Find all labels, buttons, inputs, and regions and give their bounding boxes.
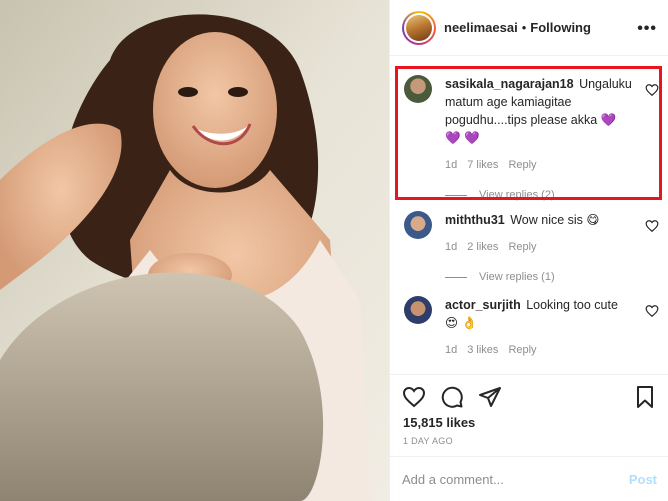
author-username[interactable]: neelimaesai bbox=[444, 20, 518, 35]
replies-divider bbox=[445, 194, 467, 196]
more-options-icon[interactable]: ••• bbox=[637, 20, 657, 38]
comments-list[interactable]: sasikala_nagarajan18 Ungaluku matum age … bbox=[390, 57, 668, 373]
comment-text: actor_surjith Looking too cute 😍 👌 bbox=[445, 296, 633, 332]
comment-time: 1d bbox=[445, 344, 458, 356]
comment-likes[interactable]: 7 likes bbox=[467, 159, 498, 171]
comment-item: miththu31 Wow nice sis 😋 1d 2 likes Repl… bbox=[390, 211, 668, 283]
post-comment-button[interactable]: Post bbox=[629, 472, 657, 487]
post-panel: neelimaesai • Following ••• sasikala_nag… bbox=[389, 0, 668, 501]
comment-time: 1d bbox=[445, 241, 458, 253]
action-icons-group bbox=[402, 385, 502, 409]
comment-username[interactable]: sasikala_nagarajan18 bbox=[445, 77, 574, 91]
comment-time: 1d bbox=[445, 159, 458, 171]
comment-item: actor_surjith Looking too cute 😍 👌 1d 3 … bbox=[390, 296, 668, 356]
comment-emoji: 😍 👌 bbox=[445, 316, 478, 330]
comment-username[interactable]: actor_surjith bbox=[445, 298, 521, 312]
comment-text: miththu31 Wow nice sis 😋 bbox=[445, 211, 633, 229]
post-photo bbox=[0, 0, 389, 501]
like-comment-heart-icon[interactable] bbox=[645, 83, 659, 97]
reply-button[interactable]: Reply bbox=[508, 344, 536, 356]
comment-likes[interactable]: 2 likes bbox=[467, 241, 498, 253]
like-heart-icon[interactable] bbox=[402, 385, 426, 409]
reply-button[interactable]: Reply bbox=[508, 241, 536, 253]
like-comment-heart-icon[interactable] bbox=[645, 304, 659, 318]
like-comment-heart-icon[interactable] bbox=[645, 219, 659, 233]
following-button[interactable]: Following bbox=[530, 20, 591, 35]
view-replies-button[interactable]: View replies (2) bbox=[445, 189, 633, 201]
post-actions: 15,815 likes 1 DAY AGO bbox=[390, 374, 668, 456]
view-replies-label: View replies (1) bbox=[479, 271, 555, 283]
comment-username[interactable]: miththu31 bbox=[445, 213, 505, 227]
reply-button[interactable]: Reply bbox=[508, 159, 536, 171]
comment-likes[interactable]: 3 likes bbox=[467, 344, 498, 356]
post-timestamp: 1 DAY AGO bbox=[403, 436, 453, 446]
comment-input[interactable] bbox=[402, 471, 629, 487]
add-comment-bar: Post bbox=[390, 456, 668, 501]
view-replies-button[interactable]: View replies (1) bbox=[445, 271, 633, 283]
post-header: neelimaesai • Following ••• bbox=[390, 0, 668, 56]
likes-count[interactable]: 15,815 likes bbox=[403, 415, 475, 430]
comment-emoji: 😋 bbox=[586, 213, 600, 227]
author-avatar[interactable] bbox=[402, 10, 436, 45]
commenter-avatar[interactable] bbox=[404, 211, 432, 239]
comment-meta: 1d 2 likes Reply bbox=[445, 241, 633, 253]
comment-meta: 1d 3 likes Reply bbox=[445, 344, 633, 356]
post-image bbox=[0, 0, 389, 501]
comment-body: Wow nice sis bbox=[510, 213, 583, 227]
view-replies-label: View replies (2) bbox=[479, 189, 555, 201]
separator-dot: • bbox=[521, 20, 527, 35]
share-paper-plane-icon[interactable] bbox=[478, 385, 502, 409]
comment-text: sasikala_nagarajan18 Ungaluku matum age … bbox=[445, 75, 633, 147]
replies-divider bbox=[445, 276, 467, 278]
save-bookmark-icon[interactable] bbox=[633, 385, 657, 409]
commenter-avatar[interactable] bbox=[404, 75, 432, 103]
comment-meta: 1d 7 likes Reply bbox=[445, 159, 633, 171]
comment-body: Looking too cute bbox=[526, 298, 618, 312]
comment-bubble-icon[interactable] bbox=[440, 385, 464, 409]
comment-item: sasikala_nagarajan18 Ungaluku matum age … bbox=[390, 75, 668, 201]
commenter-avatar[interactable] bbox=[404, 296, 432, 324]
